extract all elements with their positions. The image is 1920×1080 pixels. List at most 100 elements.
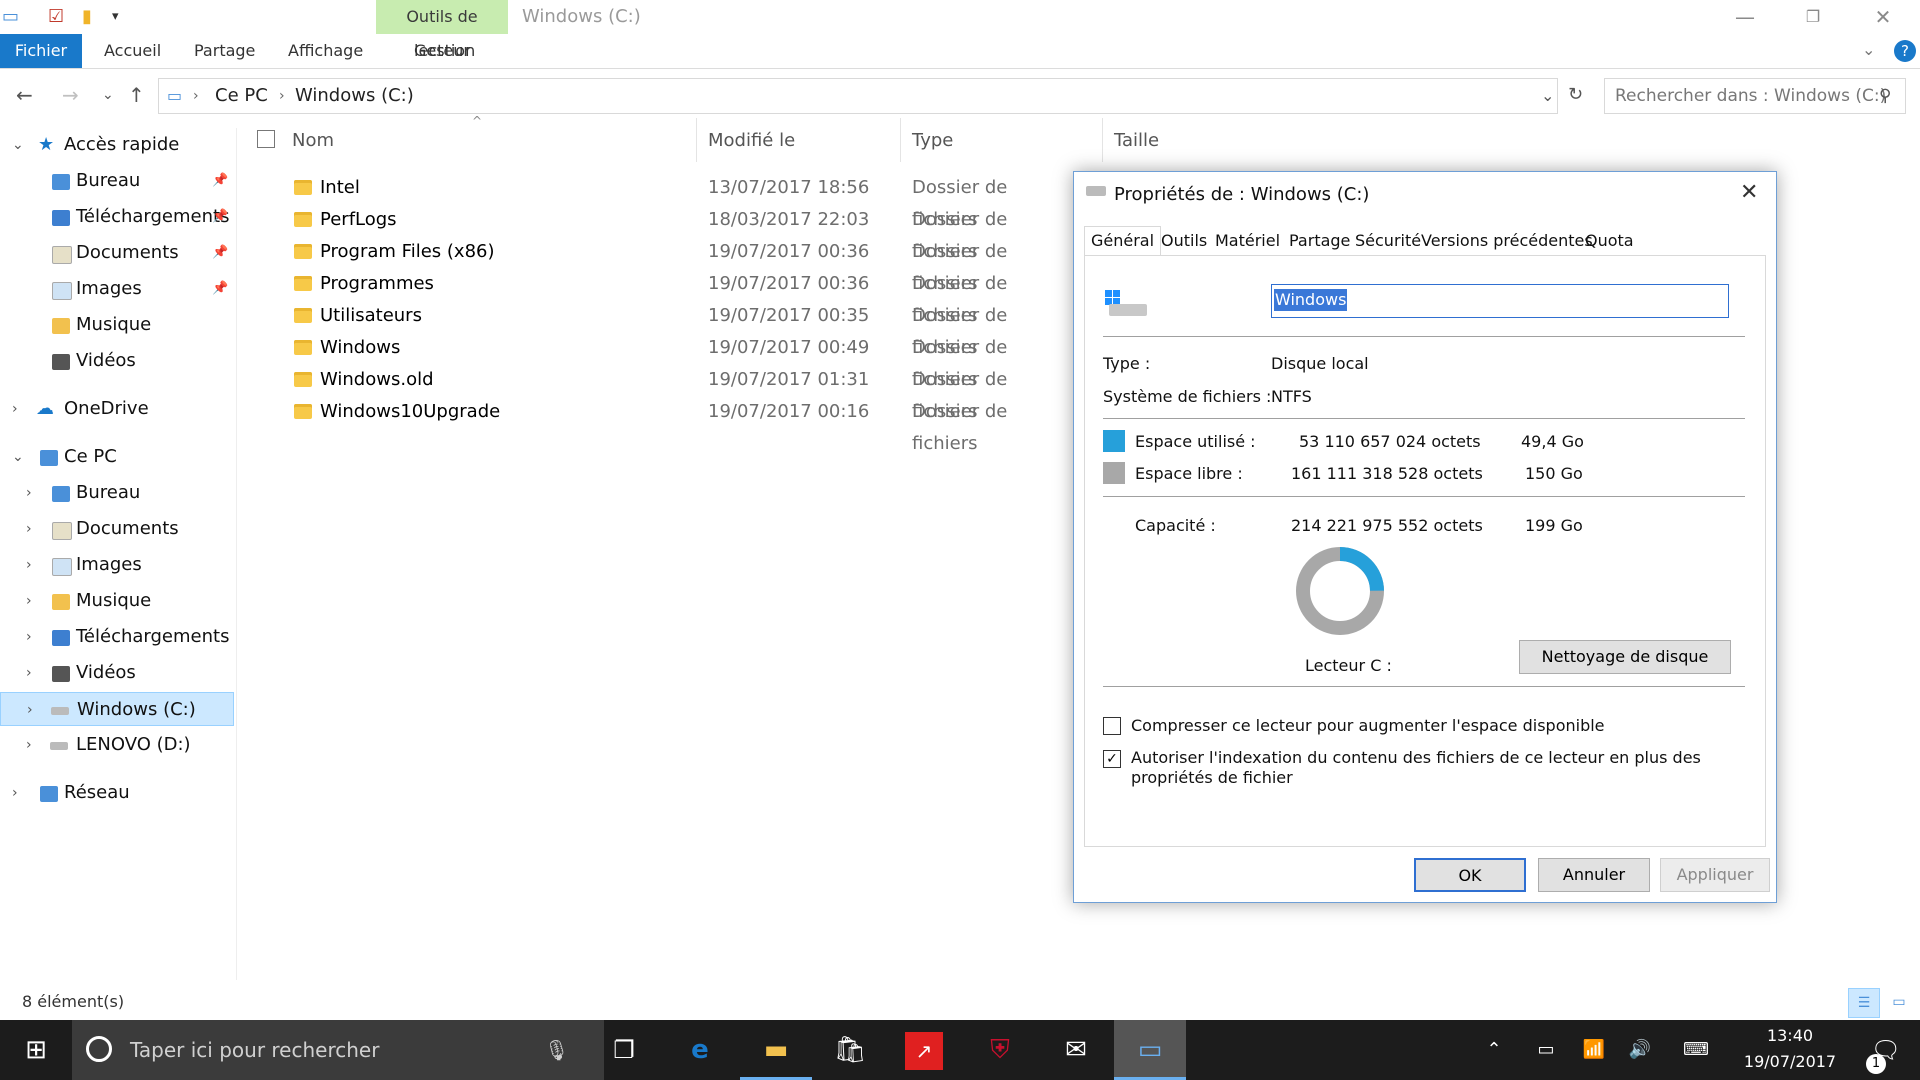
microphone-icon[interactable]: 🎙 bbox=[544, 1020, 569, 1080]
chevron-right-icon[interactable]: › bbox=[26, 512, 32, 546]
nav-pc-telechargements[interactable]: › Téléchargements bbox=[0, 620, 236, 654]
breadcrumb-ce-pc[interactable]: Ce PC bbox=[215, 79, 268, 113]
disk-cleanup-button[interactable]: Nettoyage de disque bbox=[1519, 640, 1731, 674]
cancel-button[interactable]: Annuler bbox=[1538, 858, 1650, 892]
tab-general[interactable]: Général bbox=[1084, 226, 1162, 257]
drive-window-icon[interactable]: ▭ bbox=[1114, 1020, 1186, 1080]
file-explorer-icon[interactable]: ▬ bbox=[740, 1020, 812, 1080]
nav-pc-images[interactable]: › Images bbox=[0, 548, 236, 582]
chevron-down-icon[interactable]: ⌄ bbox=[12, 128, 24, 162]
address-dropdown-icon[interactable]: ⌄ bbox=[1541, 79, 1554, 113]
chevron-right-icon[interactable]: › bbox=[12, 776, 18, 810]
nav-quick-access[interactable]: ⌄ ★ Accès rapide bbox=[0, 128, 236, 162]
nav-pc-windows-c[interactable]: › Windows (C:) bbox=[0, 692, 234, 726]
select-all-checkbox[interactable] bbox=[257, 130, 275, 148]
nav-pc-bureau[interactable]: › Bureau bbox=[0, 476, 236, 510]
file-row[interactable]: PerfLogs 18/03/2017 22:03 Dossier de fichi… bbox=[248, 204, 1068, 262]
nav-reseau[interactable]: › Réseau bbox=[0, 776, 236, 810]
tab-affichage[interactable]: Affichage bbox=[274, 34, 377, 68]
breadcrumb-windows-c[interactable]: Windows (C:) bbox=[295, 79, 414, 113]
nav-pc-musique[interactable]: › Musique bbox=[0, 584, 236, 618]
chevron-down-icon[interactable]: ⌄ bbox=[12, 440, 24, 474]
keyboard-icon[interactable]: ⌨ bbox=[1660, 1020, 1732, 1080]
refresh-icon[interactable]: ↻ bbox=[1568, 80, 1583, 110]
back-arrow-icon[interactable]: ← bbox=[16, 80, 33, 110]
column-separator[interactable] bbox=[1102, 118, 1103, 162]
nav-pc-videos[interactable]: › Vidéos bbox=[0, 656, 236, 690]
nav-quick-musique[interactable]: Musique bbox=[0, 308, 236, 342]
tab-accueil[interactable]: Accueil bbox=[90, 34, 175, 68]
nav-quick-images[interactable]: Images 📌 bbox=[0, 272, 236, 306]
restore-button[interactable]: ❐ bbox=[1788, 0, 1838, 34]
chevron-right-icon[interactable]: › bbox=[193, 79, 199, 113]
tab-partage[interactable]: Partage bbox=[180, 34, 269, 68]
task-view-icon[interactable]: ❐ bbox=[588, 1020, 660, 1080]
nav-quick-telechargements[interactable]: Téléchargements 📌 bbox=[0, 200, 236, 234]
file-row[interactable]: Utilisateurs 19/07/2017 00:35 Dossier de f… bbox=[248, 300, 1068, 358]
nav-quick-bureau[interactable]: Bureau 📌 bbox=[0, 164, 236, 198]
chevron-right-icon[interactable]: › bbox=[26, 548, 32, 582]
file-row[interactable]: Windows.old 19/07/2017 01:31 Dossier de fi… bbox=[248, 364, 1068, 422]
file-row[interactable]: Programmes 19/07/2017 00:36 Dossier de fic… bbox=[248, 268, 1068, 326]
action-center-icon[interactable]: 🗨 bbox=[1850, 1020, 1920, 1080]
large-icons-view-icon[interactable]: ▭ bbox=[1884, 988, 1914, 1016]
column-header-modified[interactable]: Modifié le bbox=[708, 128, 795, 154]
taskbar-search-box[interactable]: Taper ici pour rechercher 🎙 bbox=[72, 1020, 604, 1080]
mail-icon[interactable]: ✉ bbox=[1040, 1020, 1112, 1080]
tab-outils[interactable]: Outils bbox=[1154, 226, 1214, 256]
compress-checkbox[interactable] bbox=[1103, 717, 1121, 735]
close-window-button[interactable]: ✕ bbox=[1858, 0, 1908, 34]
nav-pc-documents[interactable]: › Documents bbox=[0, 512, 236, 546]
nav-pc-lenovo-d[interactable]: › LENOVO (D:) bbox=[0, 728, 236, 762]
column-header-size[interactable]: Taille bbox=[1114, 128, 1159, 154]
mcafee-icon[interactable]: ⛨ bbox=[964, 1020, 1036, 1080]
edge-icon[interactable]: e bbox=[664, 1020, 736, 1080]
file-row[interactable]: Windows10Upgrade 19/07/2017 00:16 Dossier … bbox=[248, 396, 1068, 454]
file-row[interactable]: Windows 19/07/2017 00:49 Dossier de fichie… bbox=[248, 332, 1068, 390]
properties-icon[interactable]: ☑ bbox=[48, 8, 64, 26]
column-separator[interactable] bbox=[696, 118, 697, 162]
tab-quota[interactable]: Quota bbox=[1578, 226, 1641, 256]
chevron-right-icon[interactable]: › bbox=[279, 79, 285, 113]
help-icon[interactable]: ? bbox=[1894, 40, 1916, 62]
address-bar[interactable]: ▭ › Ce PC › Windows (C:) ⌄ bbox=[158, 78, 1558, 114]
tab-gestion[interactable]: Gestion bbox=[400, 34, 489, 68]
chevron-right-icon[interactable]: › bbox=[26, 656, 32, 690]
windows-start-icon[interactable]: ⊞ bbox=[0, 1020, 72, 1080]
expand-ribbon-icon[interactable]: ⌄ bbox=[1862, 40, 1875, 59]
chevron-right-icon[interactable]: › bbox=[26, 584, 32, 618]
close-dialog-icon[interactable]: ✕ bbox=[1740, 180, 1758, 205]
chevron-right-icon[interactable]: › bbox=[12, 392, 18, 426]
forward-arrow-icon[interactable]: → bbox=[62, 80, 79, 110]
customize-qat-icon[interactable]: ▾ bbox=[112, 8, 119, 26]
drive-name-input[interactable]: Windows bbox=[1271, 284, 1729, 318]
column-header-name[interactable]: Nom bbox=[292, 128, 334, 154]
minimize-button[interactable]: — bbox=[1720, 0, 1770, 34]
tab-materiel[interactable]: Matériel bbox=[1208, 226, 1287, 256]
file-row[interactable]: Program Files (x86) 19/07/2017 00:36 Dossi… bbox=[248, 236, 1068, 294]
nav-onedrive[interactable]: › ☁ OneDrive bbox=[0, 392, 236, 426]
apply-button[interactable]: Appliquer bbox=[1660, 858, 1770, 892]
search-input[interactable]: Rechercher dans : Windows (C:) ⚲ bbox=[1604, 78, 1906, 114]
taskbar-time[interactable]: 13:40 bbox=[1740, 1026, 1840, 1045]
new-folder-icon[interactable]: ▮ bbox=[82, 8, 92, 26]
ok-button[interactable]: OK bbox=[1414, 858, 1526, 892]
search-icon[interactable]: ⚲ bbox=[1879, 79, 1891, 113]
column-header-type[interactable]: Type bbox=[912, 128, 953, 154]
chevron-right-icon[interactable]: › bbox=[26, 476, 32, 510]
pdf-reader-icon[interactable]: ↗ bbox=[888, 1020, 960, 1080]
chevron-right-icon[interactable]: › bbox=[26, 620, 32, 654]
up-arrow-icon[interactable]: ↑ bbox=[128, 80, 145, 110]
taskbar-date[interactable]: 19/07/2017 bbox=[1728, 1052, 1852, 1071]
tab-partage[interactable]: Partage bbox=[1282, 226, 1357, 256]
nav-quick-documents[interactable]: Documents 📌 bbox=[0, 236, 236, 270]
store-icon[interactable]: 🛍 bbox=[814, 1020, 886, 1080]
chevron-right-icon[interactable]: › bbox=[27, 693, 33, 727]
details-view-icon[interactable]: ☰ bbox=[1848, 988, 1880, 1018]
chevron-right-icon[interactable]: › bbox=[26, 728, 32, 762]
indexing-checkbox[interactable]: ✓ bbox=[1103, 750, 1121, 768]
nav-quick-videos[interactable]: Vidéos bbox=[0, 344, 236, 378]
file-row[interactable]: Intel 13/07/2017 18:56 Dossier de fichiers bbox=[248, 172, 1068, 230]
tab-fichier[interactable]: Fichier bbox=[0, 34, 82, 68]
nav-ce-pc[interactable]: ⌄ Ce PC bbox=[0, 440, 236, 474]
